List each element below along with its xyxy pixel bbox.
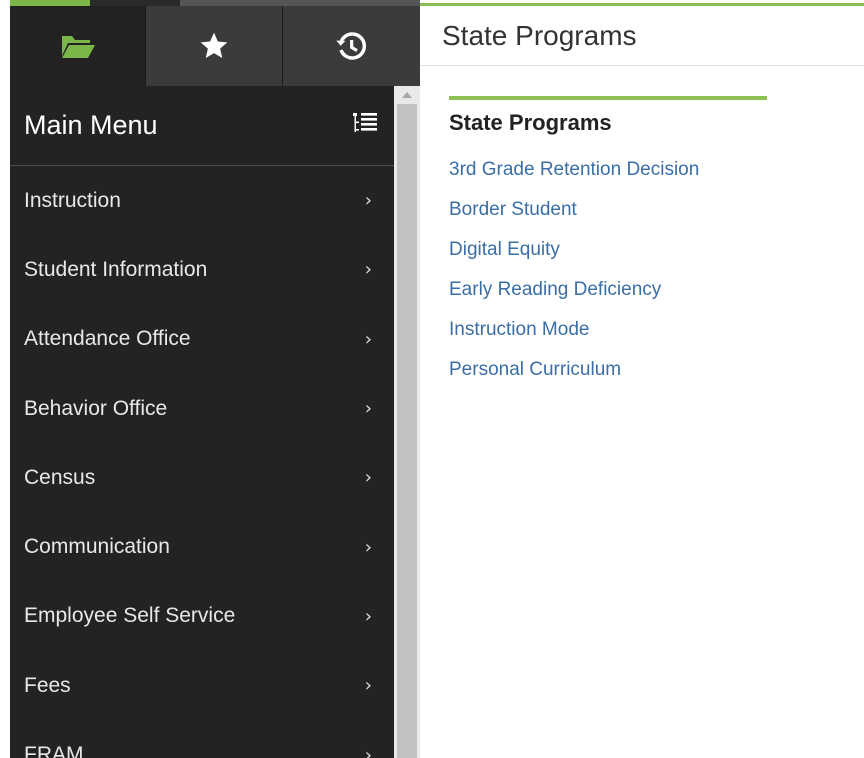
- chevron-right-icon: ›: [364, 536, 372, 558]
- link-3rd-grade-retention-decision[interactable]: 3rd Grade Retention Decision: [449, 150, 767, 190]
- program-links: 3rd Grade Retention Decision Border Stud…: [449, 150, 767, 390]
- menu-title: Main Menu: [24, 110, 158, 140]
- link-personal-curriculum[interactable]: Personal Curriculum: [449, 350, 767, 390]
- main-menu: Main Menu Instruction › Student Informat…: [10, 86, 394, 758]
- link-early-reading-deficiency[interactable]: Early Reading Deficiency: [449, 270, 767, 310]
- sidebar-tabs: [10, 6, 421, 86]
- menu-item-label: Census: [24, 465, 96, 489]
- menu-item-communication[interactable]: Communication ›: [10, 512, 394, 581]
- history-icon: [335, 30, 367, 62]
- sidebar: Main Menu Instruction › Student Informat…: [10, 6, 421, 758]
- menu-item-fram[interactable]: FRAM ›: [10, 720, 394, 758]
- chevron-right-icon: ›: [364, 467, 372, 489]
- menu-item-employee-self-service[interactable]: Employee Self Service ›: [10, 582, 394, 651]
- section-divider: [449, 96, 767, 100]
- link-instruction-mode[interactable]: Instruction Mode: [449, 310, 767, 350]
- menu-item-attendance-office[interactable]: Attendance Office ›: [10, 305, 394, 374]
- folder-icon: [60, 32, 96, 60]
- menu-scrollbar[interactable]: [394, 86, 420, 758]
- tab-menu[interactable]: [10, 6, 147, 86]
- link-digital-equity[interactable]: Digital Equity: [449, 230, 767, 270]
- menu-item-label: Instruction: [24, 188, 121, 212]
- tab-history[interactable]: [282, 6, 421, 86]
- menu-item-fees[interactable]: Fees ›: [10, 651, 394, 720]
- state-programs-panel: State Programs 3rd Grade Retention Decis…: [449, 96, 767, 390]
- scroll-thumb[interactable]: [397, 104, 417, 758]
- page-title: State Programs: [442, 20, 637, 51]
- chevron-right-icon: ›: [364, 605, 372, 627]
- chevron-right-icon: ›: [364, 744, 372, 758]
- menu-item-label: Attendance Office: [24, 327, 191, 351]
- chevron-right-icon: ›: [364, 259, 372, 281]
- list-tree-icon[interactable]: [352, 111, 378, 140]
- section-title: State Programs: [449, 110, 612, 135]
- page-header: State Programs: [420, 6, 864, 66]
- scroll-up-button[interactable]: [394, 86, 420, 104]
- menu-item-label: Student Information: [24, 257, 208, 281]
- menu-header: Main Menu: [10, 86, 394, 166]
- menu-item-label: Employee Self Service: [24, 604, 236, 628]
- menu-item-student-information[interactable]: Student Information ›: [10, 235, 394, 304]
- menu-item-label: Communication: [24, 535, 170, 559]
- scroll-up-arrow-icon: [402, 92, 412, 98]
- chevron-right-icon: ›: [364, 328, 372, 350]
- menu-item-label: Fees: [24, 673, 71, 697]
- menu-item-label: Behavior Office: [24, 396, 168, 420]
- tab-favorites[interactable]: [146, 6, 283, 86]
- link-border-student[interactable]: Border Student: [449, 190, 767, 230]
- chevron-right-icon: ›: [364, 398, 372, 420]
- menu-item-label: FRAM: [24, 743, 84, 758]
- chevron-right-icon: ›: [364, 190, 372, 212]
- chevron-right-icon: ›: [364, 675, 372, 697]
- menu-item-census[interactable]: Census ›: [10, 443, 394, 512]
- menu-item-instruction[interactable]: Instruction ›: [10, 166, 394, 235]
- menu-item-behavior-office[interactable]: Behavior Office ›: [10, 374, 394, 443]
- main-content: State Programs State Programs 3rd Grade …: [420, 6, 864, 758]
- star-icon: [197, 30, 231, 62]
